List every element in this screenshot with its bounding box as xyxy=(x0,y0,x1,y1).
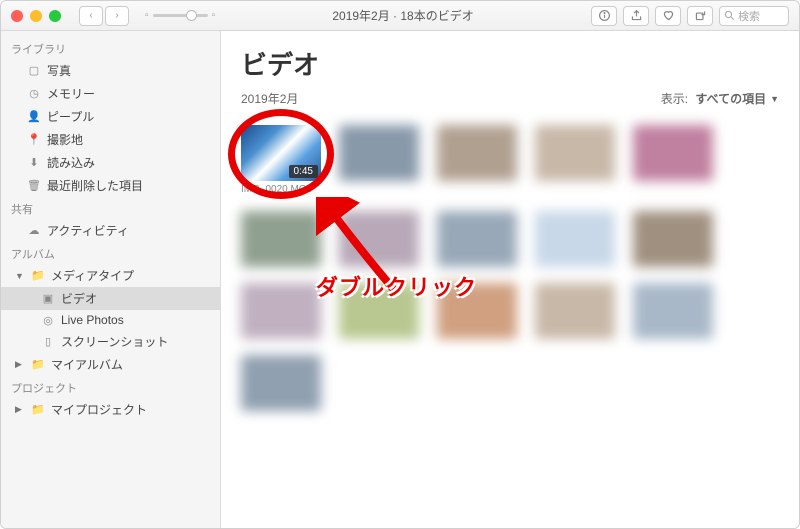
people-icon: 👤 xyxy=(27,110,41,123)
rotate-button[interactable] xyxy=(687,6,713,26)
thumbnail-grid: 0:45 IMG_0020.MOV ダブルクリック xyxy=(221,115,799,528)
live-icon: ◎ xyxy=(41,314,55,327)
subheading: 2019年2月 xyxy=(241,90,298,107)
video-item-first[interactable]: 0:45 IMG_0020.MOV xyxy=(241,125,321,195)
video-item[interactable] xyxy=(437,211,517,267)
video-item[interactable] xyxy=(633,211,713,267)
search-placeholder: 検索 xyxy=(738,8,760,24)
video-item[interactable] xyxy=(633,283,713,339)
video-thumbnail[interactable] xyxy=(437,211,517,267)
sidebar-item-people[interactable]: 👤ピープル xyxy=(1,105,220,128)
sidebar-item-imports[interactable]: ⬇読み込み xyxy=(1,151,220,174)
filename-label: IMG_0020.MOV xyxy=(241,184,321,195)
memories-icon: ◷ xyxy=(27,87,41,100)
toolbar-right: 検索 xyxy=(591,6,789,26)
page-title: ビデオ xyxy=(221,31,799,88)
video-thumbnail[interactable] xyxy=(339,211,419,267)
favorite-button[interactable] xyxy=(655,6,681,26)
info-button[interactable] xyxy=(591,6,617,26)
video-item[interactable] xyxy=(339,125,419,195)
zoom-knob[interactable] xyxy=(186,10,197,21)
nav-buttons: ‹ › xyxy=(79,6,129,26)
sidebar-group-projects: プロジェクト xyxy=(1,376,220,398)
folder-icon: 📁 xyxy=(31,269,45,282)
zoom-track[interactable] xyxy=(153,14,208,17)
sidebar-item-live-photos[interactable]: ◎Live Photos xyxy=(1,310,220,330)
video-thumbnail[interactable] xyxy=(633,283,713,339)
video-item[interactable] xyxy=(437,125,517,195)
sidebar-item-memories[interactable]: ◷メモリー xyxy=(1,82,220,105)
video-thumbnail[interactable] xyxy=(241,355,321,411)
trash-icon: 🗑 xyxy=(27,179,41,192)
close-icon[interactable] xyxy=(11,10,23,22)
main-content: ビデオ 2019年2月 表示: すべての項目 ▼ 0:45 IMG_0020.M… xyxy=(221,31,799,528)
fullscreen-icon[interactable] xyxy=(49,10,61,22)
zoom-slider[interactable]: ▫ ▫ xyxy=(145,10,215,21)
sidebar-item-media-types[interactable]: ▼📁メディアタイプ xyxy=(1,264,220,287)
sidebar-group-share: 共有 xyxy=(1,197,220,219)
back-button[interactable]: ‹ xyxy=(79,6,103,26)
screenshot-icon: ▯ xyxy=(41,335,55,348)
sidebar-item-deleted[interactable]: 🗑最近削除した項目 xyxy=(1,174,220,197)
video-thumbnail[interactable] xyxy=(241,211,321,267)
annotation-text: ダブルクリック xyxy=(316,270,477,302)
sidebar-item-screenshots[interactable]: ▯スクリーンショット xyxy=(1,330,220,353)
sidebar-item-activity[interactable]: ☁アクティビティ xyxy=(1,219,220,242)
video-thumbnail[interactable] xyxy=(633,125,713,181)
search-input[interactable]: 検索 xyxy=(719,6,789,26)
window-body: ライブラリ ▢写真 ◷メモリー 👤ピープル 📍撮影地 ⬇読み込み 🗑最近削除した… xyxy=(1,31,799,528)
video-thumbnail[interactable] xyxy=(633,211,713,267)
chevron-down-icon: ▼ xyxy=(770,94,779,104)
video-thumbnail[interactable] xyxy=(535,283,615,339)
sidebar-item-my-albums[interactable]: ▶📁マイアルバム xyxy=(1,353,220,376)
disclosure-right-icon: ▶ xyxy=(15,359,25,370)
view-selector[interactable]: 表示: すべての項目 ▼ xyxy=(661,90,779,107)
share-button[interactable] xyxy=(623,6,649,26)
video-icon: ▣ xyxy=(41,292,55,305)
search-icon xyxy=(724,10,735,21)
sidebar-item-places[interactable]: 📍撮影地 xyxy=(1,128,220,151)
sidebar-item-my-projects[interactable]: ▶📁マイプロジェクト xyxy=(1,398,220,421)
duration-badge: 0:45 xyxy=(289,165,318,178)
sidebar-group-albums: アルバム xyxy=(1,242,220,264)
sidebar-item-photos[interactable]: ▢写真 xyxy=(1,59,220,82)
video-item[interactable] xyxy=(535,283,615,339)
imports-icon: ⬇ xyxy=(27,156,41,169)
video-item[interactable] xyxy=(241,355,321,411)
video-thumbnail[interactable] xyxy=(241,283,321,339)
sidebar: ライブラリ ▢写真 ◷メモリー 👤ピープル 📍撮影地 ⬇読み込み 🗑最近削除した… xyxy=(1,31,221,528)
video-item[interactable] xyxy=(339,211,419,267)
video-item[interactable] xyxy=(633,125,713,195)
video-thumbnail[interactable] xyxy=(437,125,517,181)
zoom-in-icon: ▫ xyxy=(212,10,216,21)
forward-button[interactable]: › xyxy=(105,6,129,26)
video-item[interactable] xyxy=(241,211,321,267)
folder-icon: 📁 xyxy=(31,358,45,371)
video-item[interactable] xyxy=(241,283,321,339)
video-item[interactable] xyxy=(535,211,615,267)
places-icon: 📍 xyxy=(27,133,41,146)
photos-icon: ▢ xyxy=(27,64,41,77)
disclosure-down-icon: ▼ xyxy=(15,271,25,281)
video-thumbnail[interactable] xyxy=(535,211,615,267)
app-window: ‹ › ▫ ▫ 2019年2月 · 18本のビデオ 検索 ライブラリ ▢写真 ◷… xyxy=(0,0,800,529)
sidebar-group-library: ライブラリ xyxy=(1,37,220,59)
video-thumbnail[interactable] xyxy=(535,125,615,181)
cloud-icon: ☁ xyxy=(27,224,41,237)
zoom-out-icon: ▫ xyxy=(145,10,149,21)
folder-icon: 📁 xyxy=(31,403,45,416)
sidebar-item-videos[interactable]: ▣ビデオ xyxy=(1,287,220,310)
sub-header: 2019年2月 表示: すべての項目 ▼ xyxy=(221,88,799,115)
titlebar: ‹ › ▫ ▫ 2019年2月 · 18本のビデオ 検索 xyxy=(1,1,799,31)
video-thumbnail[interactable]: 0:45 xyxy=(241,125,321,181)
video-item[interactable] xyxy=(535,125,615,195)
window-title: 2019年2月 · 18本のビデオ xyxy=(223,7,583,24)
window-controls xyxy=(11,10,61,22)
disclosure-right-icon: ▶ xyxy=(15,404,25,415)
minimize-icon[interactable] xyxy=(30,10,42,22)
video-thumbnail[interactable] xyxy=(339,125,419,181)
